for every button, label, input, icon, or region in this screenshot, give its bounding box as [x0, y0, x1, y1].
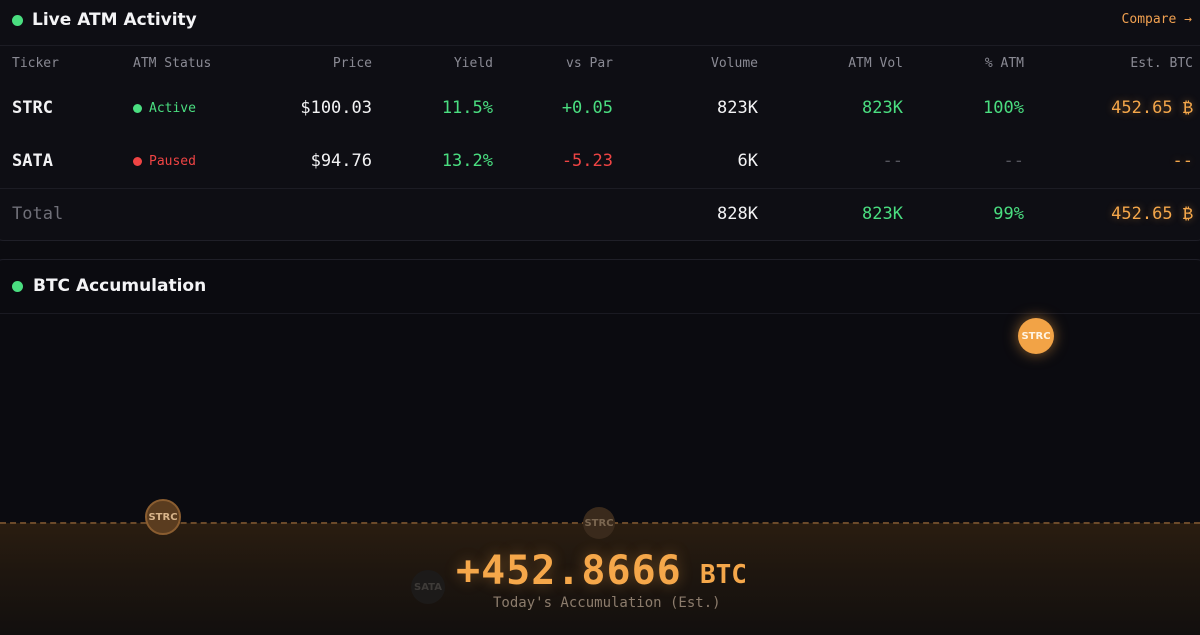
- atm-vol-cell: 823K: [862, 98, 903, 118]
- col-header-atm-vol: ATM Vol: [848, 56, 903, 71]
- pct-atm-cell: 100%: [983, 98, 1024, 118]
- col-header-yield: Yield: [453, 56, 493, 71]
- live-indicator-dot: [12, 15, 23, 26]
- status-label: Active: [149, 101, 196, 116]
- total-pct-atm-cell: 99%: [993, 204, 1024, 224]
- total-atm-vol-cell: 823K: [862, 204, 903, 224]
- pct-atm-cell: --: [1003, 151, 1024, 171]
- yield-cell: 13.2%: [441, 151, 493, 171]
- col-header-ticker: Ticker: [12, 56, 59, 71]
- col-header-vs-par: vs Par: [566, 56, 613, 71]
- strc-bubble[interactable]: STRC: [1018, 318, 1054, 354]
- status-dot-icon: [133, 157, 142, 166]
- sata-bubble[interactable]: SATA: [411, 570, 445, 604]
- accumulation-caption: Today's Accumulation (Est.): [493, 595, 721, 611]
- col-header-est-btc: Est. BTC: [1130, 56, 1193, 71]
- est-btc-cell: --: [1172, 151, 1193, 171]
- price-cell: $100.03: [300, 98, 372, 118]
- status-badge-paused: Paused: [133, 154, 196, 169]
- col-header-price: Price: [332, 56, 372, 71]
- price-cell: $94.76: [310, 151, 372, 171]
- status-label: Paused: [149, 154, 196, 169]
- accumulation-panel-title: BTC Accumulation: [33, 276, 207, 296]
- compare-link[interactable]: Compare →: [1122, 12, 1192, 27]
- ticker-cell: SATA: [12, 151, 53, 171]
- col-header-pct-atm: % ATM: [984, 56, 1024, 71]
- vs-par-cell: +0.05: [561, 98, 613, 118]
- total-label: Total: [12, 204, 64, 224]
- vs-par-cell: -5.23: [561, 151, 613, 171]
- atm-panel-header: Live ATM Activity Compare →: [0, 0, 1200, 46]
- est-btc-cell: 452.65 ₿: [1111, 98, 1193, 118]
- atm-vol-cell: --: [882, 151, 903, 171]
- col-header-atm-status: ATM Status: [133, 56, 212, 71]
- status-dot-icon: [133, 104, 142, 113]
- atm-panel-title: Live ATM Activity: [32, 10, 197, 30]
- status-badge-active: Active: [133, 101, 196, 116]
- total-est-btc-cell: 452.65 ₿: [1111, 204, 1193, 224]
- accumulation-indicator-dot: [12, 281, 23, 292]
- volume-cell: 823K: [717, 98, 758, 118]
- accumulation-unit: BTC: [700, 560, 747, 590]
- volume-cell: 6K: [737, 151, 758, 171]
- ticker-cell: STRC: [12, 98, 53, 118]
- accumulation-value: +452.8666: [456, 548, 682, 594]
- total-volume-cell: 828K: [717, 204, 758, 224]
- accumulation-header-divider: [0, 313, 1200, 314]
- strc-bubble[interactable]: STRC: [583, 507, 615, 539]
- strc-bubble[interactable]: STRC: [145, 499, 181, 535]
- total-divider: [0, 188, 1200, 189]
- col-header-volume: Volume: [711, 56, 758, 71]
- yield-cell: 11.5%: [441, 98, 493, 118]
